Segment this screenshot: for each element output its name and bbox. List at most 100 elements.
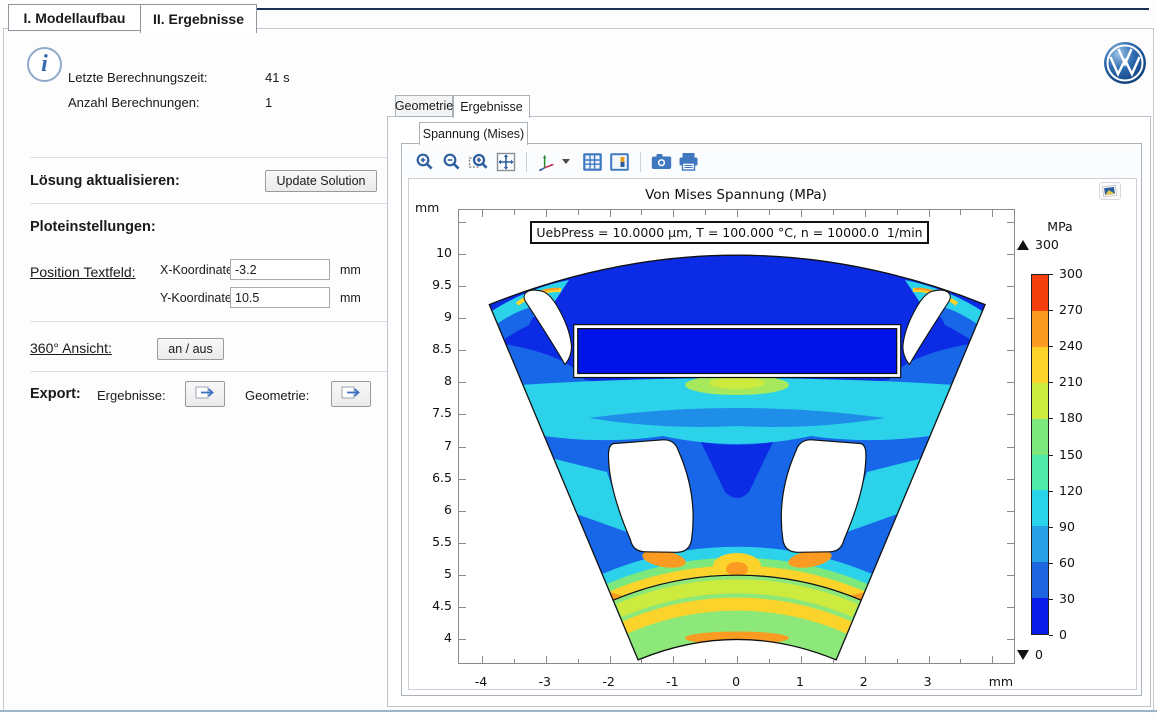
y-coordinate-value: 10.5: [235, 291, 259, 305]
export-icon: [195, 386, 215, 402]
colorbar-max-value: 300: [1035, 237, 1059, 252]
computation-count-label: Anzahl Berechnungen:: [68, 95, 200, 110]
tab-modellaufbau-label: I. Modellaufbau: [24, 10, 126, 26]
export-results-label: Ergebnisse:: [97, 388, 166, 403]
view360-toggle-label: an / aus: [168, 342, 212, 356]
x-tick-label: 1: [780, 674, 820, 689]
axis-orientation-dropdown-caret[interactable]: [562, 159, 570, 164]
y-tick-label: 5: [412, 566, 452, 581]
y-coordinate-input[interactable]: 10.5: [230, 287, 330, 308]
computation-count-value: 1: [265, 95, 272, 110]
triangle-down-icon: [1017, 650, 1029, 660]
plot-frame[interactable]: [458, 209, 1015, 664]
x-tick-label: 2: [844, 674, 884, 689]
colorbar-unit: MPa: [1035, 219, 1085, 234]
triangle-up-icon: [1017, 240, 1029, 250]
x-coordinate-label: X-Koordinate:: [160, 263, 236, 277]
export-geometry-label: Geometrie:: [245, 388, 309, 403]
legend-icon[interactable]: [609, 151, 630, 172]
print-icon[interactable]: [678, 151, 699, 172]
tab-modellaufbau[interactable]: I. Modellaufbau: [8, 4, 141, 31]
y-tick-label: 8: [412, 373, 452, 388]
x-tick-label: -2: [589, 674, 629, 689]
tab-ergebnisse-right-label: Ergebnisse: [460, 100, 523, 114]
axis-orientation-icon[interactable]: [537, 151, 558, 172]
info-icon: i: [27, 47, 62, 82]
plot-toolbar: [403, 145, 1140, 178]
colorbar-over-max: 300: [1017, 237, 1059, 252]
plot-tab-panel: Spannung (Mises): [401, 143, 1142, 696]
colorbar-tick-label: 60: [1059, 555, 1075, 570]
tab-geometrie[interactable]: Geometrie: [395, 95, 453, 117]
y-tick-label: 9.5: [412, 277, 452, 292]
y-coordinate-label: Y-Koordinate:: [160, 291, 235, 305]
last-computation-label: Letzte Berechnungszeit:: [68, 70, 207, 85]
colorbar-tick-label: 0: [1059, 627, 1067, 642]
last-computation-value: 41 s: [265, 70, 290, 85]
graphics-area[interactable]: Von Mises Spannung (MPa) mm: [408, 178, 1137, 690]
contour-plot: [459, 210, 1016, 665]
y-coordinate-unit: mm: [340, 291, 361, 305]
x-tick-label: -3: [525, 674, 565, 689]
zoom-out-icon[interactable]: [441, 151, 462, 172]
colorbar-tick-label: 210: [1059, 374, 1083, 389]
colorbar-tick-label: 180: [1059, 410, 1083, 425]
plot-title: Von Mises Spannung (MPa): [409, 187, 1063, 203]
snapshot-icon[interactable]: [651, 151, 672, 172]
y-tick-label: 10: [412, 245, 452, 260]
divider: [30, 157, 390, 158]
x-axis-unit: mm: [981, 674, 1021, 689]
tab-ergebnisse-right[interactable]: Ergebnisse: [453, 95, 530, 118]
tab-spannung-mises[interactable]: Spannung (Mises): [419, 122, 528, 145]
colorbar-tick-label: 120: [1059, 483, 1083, 498]
update-solution-button[interactable]: Update Solution: [265, 170, 377, 192]
toolbar-separator: [640, 152, 641, 172]
y-tick-label: 8.5: [412, 341, 452, 356]
x-tick-label: -4: [461, 674, 501, 689]
plot-window-icon[interactable]: [1099, 182, 1121, 200]
y-tick-label: 5.5: [412, 534, 452, 549]
tab-geometrie-label: Geometrie: [395, 99, 453, 113]
view360-toggle-button[interactable]: an / aus: [157, 338, 224, 360]
export-heading: Export:: [30, 386, 81, 402]
divider: [30, 203, 390, 204]
vw-logo: [1103, 41, 1147, 90]
y-tick-label: 4: [412, 630, 452, 645]
tab-ergebnisse[interactable]: II. Ergebnisse: [140, 4, 257, 33]
y-tick-label: 7.5: [412, 405, 452, 420]
divider: [30, 371, 390, 372]
y-axis-unit: mm: [415, 200, 439, 215]
colorbar: [1031, 274, 1049, 635]
colorbar-tick-label: 270: [1059, 302, 1083, 317]
export-geometry-button[interactable]: [331, 381, 371, 407]
x-coordinate-input[interactable]: -3.2: [230, 259, 330, 280]
zoom-in-icon[interactable]: [414, 151, 435, 172]
window-bottom-edge: [0, 710, 1157, 712]
colorbar-under-min: 0: [1017, 647, 1043, 662]
x-tick-label: -1: [652, 674, 692, 689]
zoom-extents-icon[interactable]: [495, 151, 516, 172]
zoom-box-icon[interactable]: [468, 151, 489, 172]
grid-icon[interactable]: [582, 151, 603, 172]
x-coordinate-value: -3.2: [235, 263, 257, 277]
y-tick-label: 4.5: [412, 598, 452, 613]
x-tick-label: 0: [716, 674, 756, 689]
colorbar-tick-label: 150: [1059, 447, 1083, 462]
y-tick-label: 9: [412, 309, 452, 324]
y-tick-label: 7: [412, 438, 452, 453]
colorbar-tick-label: 90: [1059, 519, 1075, 534]
app-window: I. Modellaufbau II. Ergebnisse i Letzte …: [0, 0, 1157, 720]
plot-annotation: UebPress = 10.0000 µm, T = 100.000 °C, n…: [530, 221, 929, 244]
divider: [30, 321, 390, 322]
colorbar-tick-label: 240: [1059, 338, 1083, 353]
results-group-panel: Spannung (Mises): [387, 116, 1151, 707]
y-tick-label: 6: [412, 502, 452, 517]
x-tick-label: 3: [908, 674, 948, 689]
text-position-label: Position Textfeld:: [30, 264, 136, 280]
colorbar-tick-label: 300: [1059, 266, 1083, 281]
tab-ergebnisse-label: II. Ergebnisse: [153, 11, 244, 27]
y-tick-label: 6.5: [412, 470, 452, 485]
x-coordinate-unit: mm: [340, 263, 361, 277]
toolbar-separator: [526, 152, 527, 172]
export-results-button[interactable]: [185, 381, 225, 407]
